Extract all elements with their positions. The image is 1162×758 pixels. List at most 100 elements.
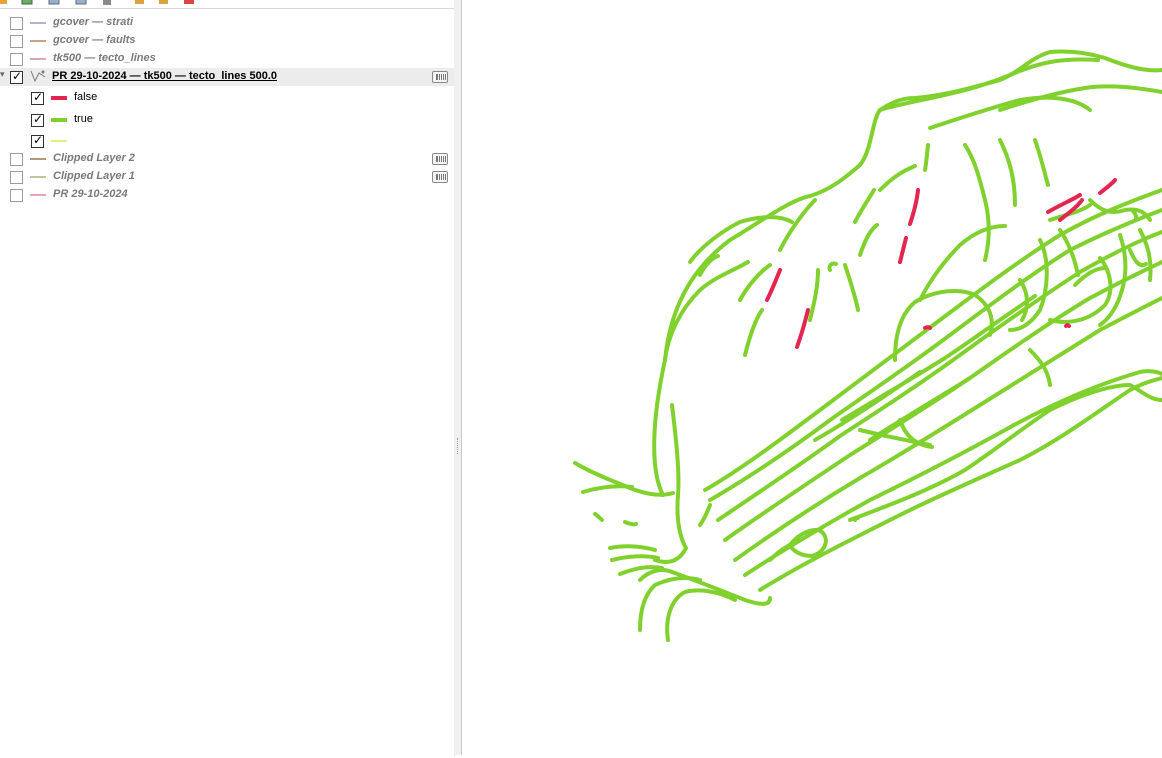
fault-line[interactable] — [893, 289, 994, 362]
fault-line[interactable] — [827, 261, 838, 272]
fault-line[interactable] — [608, 544, 657, 552]
layers-toolbar — [0, 0, 460, 8]
fault-line[interactable] — [928, 95, 1092, 130]
layer-name[interactable]: gcover — faults — [53, 34, 136, 46]
fault-line[interactable] — [743, 369, 1162, 577]
lock-icon[interactable] — [100, 0, 114, 6]
line-symbol-swatch — [30, 22, 46, 24]
fault-line[interactable] — [858, 223, 879, 257]
fault-line[interactable] — [765, 268, 782, 302]
panel-splitter[interactable] — [454, 0, 462, 755]
layer-name[interactable]: tk500 — tecto_lines — [53, 52, 156, 64]
fault-line[interactable] — [998, 138, 1017, 207]
fault-line[interactable] — [963, 143, 991, 262]
map-features[interactable] — [462, 0, 1162, 755]
layer-visibility-checkbox[interactable] — [10, 189, 23, 202]
layer-row-clipped-layer-1[interactable]: Clipped Layer 1 — [0, 168, 454, 186]
fault-line[interactable] — [638, 568, 772, 606]
fault-line[interactable] — [688, 215, 794, 264]
fault-line[interactable] — [738, 263, 772, 302]
fault-line[interactable] — [593, 512, 604, 522]
fault-line[interactable] — [623, 520, 638, 527]
layer-visibility-checkbox[interactable] — [10, 35, 23, 48]
layer-visibility-checkbox[interactable] — [10, 153, 23, 166]
layer-row-clipped-layer-2[interactable]: Clipped Layer 2 — [0, 150, 454, 168]
legend-item-label: true — [74, 113, 93, 125]
fault-line[interactable] — [923, 325, 932, 330]
filter-icon[interactable] — [47, 0, 61, 6]
fault-line[interactable] — [795, 308, 810, 349]
layer-visibility-checkbox[interactable] — [10, 17, 23, 30]
fault-line[interactable] — [723, 260, 1162, 542]
layers-panel: gcover — strati gcover — faults tk500 — … — [0, 8, 455, 756]
fault-line[interactable] — [610, 554, 660, 562]
fault-line[interactable] — [918, 224, 1007, 302]
fault-line[interactable] — [665, 588, 737, 642]
layer-row-tk500-tecto-lines[interactable]: tk500 — tecto_lines — [0, 50, 454, 68]
layer-name[interactable]: gcover — strati — [53, 16, 133, 28]
categorized-line-icon — [30, 70, 46, 83]
layer-visibility-checkbox[interactable] — [10, 53, 23, 66]
legend-item-checkbox[interactable] — [31, 112, 44, 127]
filter-indicator-icon[interactable] — [432, 153, 448, 165]
fault-line[interactable] — [908, 188, 920, 226]
fault-line[interactable] — [878, 164, 917, 192]
legend-color-swatch — [51, 140, 67, 142]
line-symbol-swatch — [30, 58, 46, 60]
legend-item-false[interactable]: false — [0, 89, 454, 107]
select-icon[interactable] — [156, 0, 170, 6]
layer-visibility-checkbox[interactable] — [10, 69, 23, 84]
layer-name[interactable]: PR 29-10-2024 — [53, 188, 128, 200]
line-symbol-swatch — [30, 158, 46, 160]
fault-line[interactable] — [848, 383, 1162, 522]
legend-item-checkbox[interactable] — [31, 133, 44, 148]
legend-item-null[interactable] — [0, 132, 454, 150]
fault-line[interactable] — [703, 188, 1162, 492]
legend-item-true[interactable]: true — [0, 111, 454, 129]
fault-line[interactable] — [581, 484, 634, 494]
layer-row-pr-tecto-lines-500[interactable]: ▾ PR 29-10-2024 — tk500 — tecto_lines 50… — [0, 68, 454, 86]
fault-line[interactable] — [843, 263, 860, 312]
fault-line[interactable] — [868, 376, 972, 442]
expand-icon[interactable] — [20, 0, 34, 6]
sort-icon[interactable] — [74, 0, 88, 6]
layer-name[interactable]: Clipped Layer 1 — [53, 170, 135, 182]
fault-line[interactable] — [743, 308, 764, 357]
fault-line[interactable] — [923, 143, 930, 172]
legend-item-checkbox[interactable] — [31, 90, 44, 105]
layer-row-gcover-strati[interactable]: gcover — strati — [0, 14, 454, 32]
fault-line[interactable] — [698, 503, 712, 527]
fault-line[interactable] — [1033, 138, 1050, 187]
layer-row-pr-29-10-2024[interactable]: PR 29-10-2024 — [0, 186, 454, 204]
layer-name[interactable]: Clipped Layer 2 — [53, 152, 135, 164]
legend-color-swatch — [51, 96, 67, 100]
layer-visibility-checkbox[interactable] — [10, 171, 23, 184]
line-symbol-swatch — [30, 40, 46, 42]
layer-add-icon[interactable] — [0, 0, 10, 6]
fault-line[interactable] — [853, 188, 876, 224]
fault-line[interactable] — [1064, 323, 1071, 328]
legend-item-label: false — [74, 91, 98, 103]
map-canvas[interactable] — [462, 0, 1162, 755]
fault-line[interactable] — [1098, 178, 1117, 195]
collapse-icon[interactable]: ▾ — [0, 70, 6, 80]
tecto-lines-true[interactable] — [573, 49, 1162, 642]
fault-line[interactable] — [1128, 248, 1148, 268]
fault-line[interactable] — [708, 208, 1162, 502]
layer-name[interactable]: PR 29-10-2024 — tk500 — tecto_lines 500.… — [52, 70, 277, 82]
fault-line[interactable] — [840, 294, 1037, 422]
fault-line[interactable] — [898, 236, 908, 264]
fault-line[interactable] — [638, 575, 702, 632]
filter-indicator-icon[interactable] — [432, 71, 448, 83]
layer-row-gcover-faults[interactable]: gcover — faults — [0, 32, 454, 50]
line-symbol-swatch — [30, 194, 46, 196]
fault-line[interactable] — [878, 57, 1100, 112]
select-icon[interactable] — [132, 0, 146, 6]
fault-line[interactable] — [853, 515, 860, 522]
fault-line[interactable] — [1130, 208, 1139, 221]
splitter-grip[interactable] — [457, 438, 459, 454]
filter-indicator-icon[interactable] — [432, 171, 448, 183]
remove-layer-icon[interactable] — [182, 0, 196, 6]
fault-line[interactable] — [808, 268, 820, 322]
fault-line[interactable] — [716, 230, 1162, 522]
